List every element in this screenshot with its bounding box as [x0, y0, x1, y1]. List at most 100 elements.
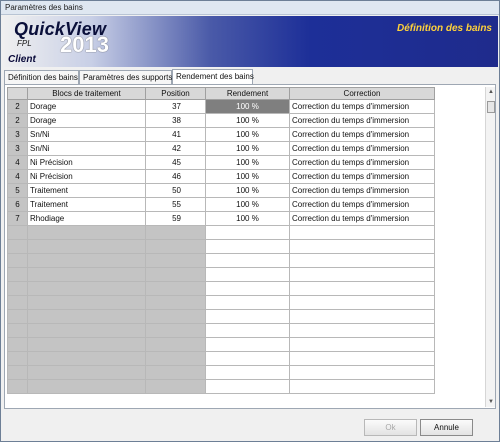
empty-cell[interactable] — [7, 337, 28, 352]
cell-position[interactable]: 38 — [145, 113, 206, 128]
empty-cell[interactable] — [145, 309, 206, 324]
empty-table-row[interactable] — [7, 379, 435, 394]
table-row[interactable]: 3 Sn/Ni 41 100 % Correction du temps d'i… — [7, 127, 435, 142]
table-row[interactable]: 4 Ni Précision 45 100 % Correction du te… — [7, 155, 435, 170]
cell-correction[interactable]: Correction du temps d'immersion — [289, 183, 435, 198]
scroll-up-arrow-icon[interactable]: ▲ — [486, 87, 496, 97]
empty-cell[interactable] — [7, 253, 28, 268]
empty-cell[interactable] — [145, 351, 206, 366]
empty-cell[interactable] — [205, 309, 290, 324]
column-header-position[interactable]: Position — [145, 87, 206, 100]
empty-cell[interactable] — [289, 351, 435, 366]
table-row[interactable]: 6 Traitement 55 100 % Correction du temp… — [7, 197, 435, 212]
empty-cell[interactable] — [145, 253, 206, 268]
empty-cell[interactable] — [27, 379, 146, 394]
empty-cell[interactable] — [289, 253, 435, 268]
empty-cell[interactable] — [27, 351, 146, 366]
cell-bloc[interactable]: Dorage — [27, 113, 146, 128]
tab-definition-des-bains[interactable]: Définition des bains — [4, 70, 79, 84]
empty-cell[interactable] — [7, 365, 28, 380]
column-header-correction[interactable]: Correction — [289, 87, 435, 100]
empty-cell[interactable] — [7, 267, 28, 282]
empty-cell[interactable] — [205, 351, 290, 366]
empty-cell[interactable] — [27, 365, 146, 380]
cell-rendement-selected[interactable]: 100 % — [205, 99, 290, 114]
empty-cell[interactable] — [7, 295, 28, 310]
empty-cell[interactable] — [289, 267, 435, 282]
cell-position[interactable]: 55 — [145, 197, 206, 212]
empty-table-row[interactable] — [7, 309, 435, 324]
empty-cell[interactable] — [289, 295, 435, 310]
empty-table-row[interactable] — [7, 337, 435, 352]
empty-cell[interactable] — [289, 365, 435, 380]
empty-cell[interactable] — [145, 281, 206, 296]
table-row[interactable]: 2 Dorage 38 100 % Correction du temps d'… — [7, 113, 435, 128]
column-header-blocs[interactable]: Blocs de traitement — [27, 87, 146, 100]
empty-table-row[interactable] — [7, 295, 435, 310]
ok-button[interactable]: Ok — [364, 419, 417, 436]
empty-cell[interactable] — [205, 379, 290, 394]
cell-position[interactable]: 41 — [145, 127, 206, 142]
empty-cell[interactable] — [145, 295, 206, 310]
cell-bloc[interactable]: Rhodiage — [27, 211, 146, 226]
cell-bloc[interactable]: Sn/Ni — [27, 127, 146, 142]
empty-cell[interactable] — [7, 323, 28, 338]
empty-cell[interactable] — [205, 267, 290, 282]
empty-cell[interactable] — [7, 379, 28, 394]
empty-table-row[interactable] — [7, 323, 435, 338]
empty-cell[interactable] — [205, 295, 290, 310]
empty-cell[interactable] — [27, 225, 146, 240]
cell-position[interactable]: 42 — [145, 141, 206, 156]
table-row[interactable]: 5 Traitement 50 100 % Correction du temp… — [7, 183, 435, 198]
empty-cell[interactable] — [27, 337, 146, 352]
cell-correction[interactable]: Correction du temps d'immersion — [289, 211, 435, 226]
empty-cell[interactable] — [205, 337, 290, 352]
empty-cell[interactable] — [205, 253, 290, 268]
empty-cell[interactable] — [289, 225, 435, 240]
table-row[interactable]: 7 Rhodiage 59 100 % Correction du temps … — [7, 211, 435, 226]
empty-table-row[interactable] — [7, 267, 435, 282]
empty-cell[interactable] — [145, 225, 206, 240]
table-row[interactable]: 3 Sn/Ni 42 100 % Correction du temps d'i… — [7, 141, 435, 156]
cancel-button[interactable]: Annule — [420, 419, 473, 436]
empty-cell[interactable] — [289, 309, 435, 324]
cell-bloc[interactable]: Traitement — [27, 183, 146, 198]
empty-cell[interactable] — [205, 365, 290, 380]
empty-cell[interactable] — [27, 309, 146, 324]
empty-cell[interactable] — [7, 239, 28, 254]
empty-cell[interactable] — [205, 323, 290, 338]
cell-correction[interactable]: Correction du temps d'immersion — [289, 155, 435, 170]
empty-cell[interactable] — [27, 295, 146, 310]
empty-cell[interactable] — [205, 281, 290, 296]
empty-cell[interactable] — [145, 239, 206, 254]
cell-correction[interactable]: Correction du temps d'immersion — [289, 197, 435, 212]
tab-rendement-des-bains[interactable]: Rendement des bains — [172, 69, 254, 84]
empty-cell[interactable] — [145, 323, 206, 338]
cell-correction[interactable]: Correction du temps d'immersion — [289, 99, 435, 114]
cell-rendement[interactable]: 100 % — [205, 169, 290, 184]
cell-rendement[interactable]: 100 % — [205, 127, 290, 142]
empty-cell[interactable] — [27, 267, 146, 282]
cell-position[interactable]: 37 — [145, 99, 206, 114]
cell-rendement[interactable]: 100 % — [205, 211, 290, 226]
empty-cell[interactable] — [27, 253, 146, 268]
empty-cell[interactable] — [289, 323, 435, 338]
cell-rendement[interactable]: 100 % — [205, 141, 290, 156]
cell-rendement[interactable]: 100 % — [205, 155, 290, 170]
empty-cell[interactable] — [27, 281, 146, 296]
cell-bloc[interactable]: Sn/Ni — [27, 141, 146, 156]
tab-parametres-des-supports[interactable]: Paramètres des supports — [79, 70, 172, 84]
cell-correction[interactable]: Correction du temps d'immersion — [289, 141, 435, 156]
empty-cell[interactable] — [7, 309, 28, 324]
cell-rendement[interactable]: 100 % — [205, 197, 290, 212]
cell-correction[interactable]: Correction du temps d'immersion — [289, 169, 435, 184]
empty-table-row[interactable] — [7, 281, 435, 296]
column-header-rendement[interactable]: Rendement — [205, 87, 290, 100]
scroll-down-arrow-icon[interactable]: ▼ — [486, 397, 496, 407]
empty-cell[interactable] — [145, 267, 206, 282]
empty-table-row[interactable] — [7, 239, 435, 254]
empty-cell[interactable] — [27, 239, 146, 254]
cell-rendement[interactable]: 100 % — [205, 113, 290, 128]
cell-bloc[interactable]: Ni Précision — [27, 155, 146, 170]
empty-table-row[interactable] — [7, 225, 435, 240]
